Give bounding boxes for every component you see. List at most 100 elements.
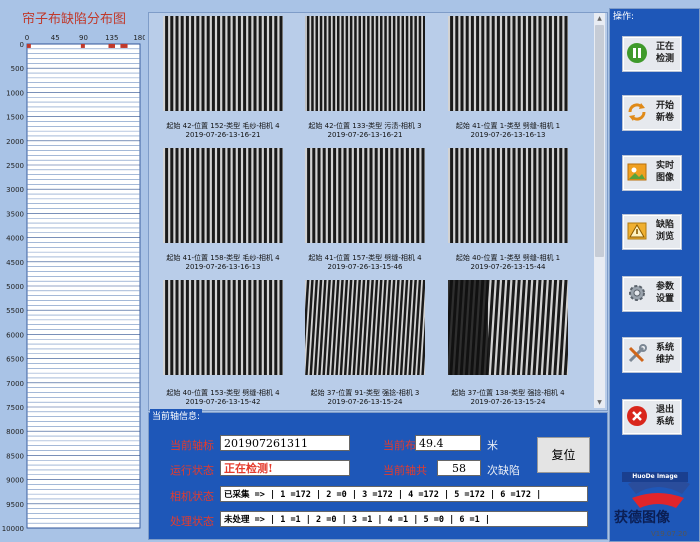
defect-caption-info: 起始 41-位置 1-类型 劈缝-相机 1 [455,122,561,130]
camera-status-label: 相机状态 [170,490,214,503]
y-tick-label: 6000 [6,331,24,339]
defect-thumbnail[interactable] [162,16,290,111]
defect-caption-info: 起始 42-位置 152-类型 毛纱-相机 4 [166,122,280,130]
y-tick-label: 4000 [6,235,24,243]
chart-grid [26,43,141,529]
defect-count-unit: 次缺陷 [487,464,520,477]
defect-point[interactable] [123,43,128,48]
scroll-up-icon[interactable]: ▲ [594,13,605,24]
defect-caption: 起始 42-位置 152-类型 毛纱-相机 4 2019-07-26-13-16-… [148,122,298,140]
settings-button[interactable]: 参数 设置 [622,276,682,312]
scroll-down-icon[interactable]: ▼ [594,397,605,408]
defect-thumbnail[interactable] [447,16,575,111]
defect-point[interactable] [111,43,116,48]
defect-caption-time: 2019-07-26-13-16-21 [185,131,261,139]
defect-caption-time: 2019-07-26-13-15-24 [327,398,403,406]
defect-caption: 起始 37-位置 91-类型 强捻-相机 3 2019-07-26-13-15-2… [290,389,440,407]
defect-caption: 起始 37-位置 138-类型 强捻-相机 4 2019-07-26-13-15-… [433,389,583,407]
defect-point[interactable] [26,43,31,48]
info-legend: 当前轴信息: [150,409,203,422]
defect-count-field[interactable]: 58 [437,460,481,476]
defect-caption-time: 2019-07-26-13-15-42 [185,398,261,406]
gallery-scrollbar[interactable]: ▲ ▼ [594,13,605,408]
defect-caption: 起始 40-位置 153-类型 劈缝-相机 4 2019-07-26-13-15-… [148,389,298,407]
detecting-button[interactable]: 正在 检测 [622,36,682,72]
defect-thumbnail[interactable] [304,148,432,243]
defect-thumbnail[interactable] [299,279,432,376]
picture-icon [627,163,647,181]
defect-thumbnail[interactable] [305,16,432,111]
defect-browse-button[interactable]: 缺陷 浏览 [622,214,682,250]
version-label: V19.07.20 [651,530,687,538]
y-tick-label: 9500 [6,501,24,509]
x-tick-label: 90 [79,34,88,42]
defect-image [162,280,290,375]
defect-thumbnail[interactable] [441,279,575,376]
scroll-thumb[interactable] [595,25,604,257]
defect-browse-button-label-2: 浏览 [655,232,674,242]
x-tick-label: 135 [105,34,118,42]
live-image-button-label-2: 图像 [655,173,674,183]
settings-button-label-2: 设置 [655,294,674,304]
live-image-button[interactable]: 实时 图像 [622,155,682,191]
defect-caption-info: 起始 37-位置 91-类型 强捻-相机 3 [310,389,420,397]
detecting-button-label-2: 检测 [655,54,674,64]
camera-status-field[interactable]: 已采集 => | 1 =172 | 2 =0 | 3 =172 | 4 =172… [220,486,588,502]
length-value-field[interactable]: 49.4 [415,435,481,451]
exit-button[interactable]: 退出 系统 [622,399,682,435]
maintenance-button[interactable]: 系统 维护 [622,337,682,373]
defect-caption-info: 起始 42-位置 133-类型 污渍-相机 3 [308,122,422,130]
new-roll-button[interactable]: 开始 新卷 [622,95,682,131]
y-tick-label: 10000 [2,525,24,533]
defect-caption: 起始 41-位置 157-类型 劈缝-相机 4 2019-07-26-13-15-… [290,254,440,272]
defect-thumbnail[interactable] [447,148,575,243]
y-tick-label: 2000 [6,138,24,146]
defect-image [162,148,290,243]
process-status-field[interactable]: 未处理 => | 1 =1 | 2 =0 | 3 =1 | 4 =1 | 5 =… [220,511,588,527]
maintenance-button-label-2: 维护 [655,355,674,365]
y-tick-label: 9000 [6,477,24,485]
defect-thumbnail[interactable] [162,280,290,375]
x-tick-label: 0 [25,34,29,42]
defect-caption-info: 起始 40-位置 153-类型 劈缝-相机 4 [166,389,280,397]
axis-label: 当前轴标 [170,439,214,452]
y-tick-label: 3500 [6,210,24,218]
y-tick-label: 7000 [6,380,24,388]
x-tick-label: 45 [51,34,60,42]
y-tick-label: 5500 [6,307,24,315]
defect-caption-info: 起始 41-位置 157-类型 劈缝-相机 4 [308,254,422,262]
close-icon [627,406,647,426]
defect-caption: 起始 40-位置 1-类型 劈缝-相机 1 2019-07-26-13-15-44 [433,254,583,272]
y-tick-label: 7500 [6,404,24,412]
logo-chinese-name: 获德图像 [614,510,670,526]
defect-thumbnail[interactable] [162,148,290,243]
axis-value-field[interactable]: 201907261311 [220,435,350,451]
y-ticks: 0 500 1000 1500 2000 2500 3000 3500 4000 4500 5000… [2,41,24,533]
y-tick-label: 500 [11,65,24,73]
warning-icon [627,222,647,240]
defect-image [305,16,432,111]
y-tick-label: 1500 [6,114,24,122]
defect-point[interactable] [80,43,85,48]
process-status-label: 处理状态 [170,515,214,528]
tools-icon [628,344,647,363]
new-roll-button-label-1: 开始 [655,101,674,111]
reset-button[interactable]: 复位 [537,437,590,473]
y-tick-label: 4500 [6,259,24,267]
defect-caption-info: 起始 40-位置 1-类型 劈缝-相机 1 [455,254,561,262]
defect-caption-time: 2019-07-26-13-16-13 [185,263,261,271]
y-tick-label: 0 [20,41,24,49]
logo-english-name: HuoDe Image [622,472,688,482]
operations-panel [609,8,700,542]
x-tick-label: 180 [133,34,145,42]
defect-caption-time: 2019-07-26-13-15-46 [327,263,403,271]
defect-caption: 起始 41-位置 158-类型 毛纱-相机 4 2019-07-26-13-16-… [148,254,298,272]
y-tick-label: 1000 [6,89,24,97]
status-value-field[interactable]: 正在检测! [220,460,350,476]
refresh-icon [628,103,646,121]
y-tick-label: 3000 [6,186,24,194]
defect-distribution-chart: 0 45 90 135 180 0 500 1000 1500 2000 2500 3000 3500… [2,34,145,533]
defect-caption: 起始 41-位置 1-类型 劈缝-相机 1 2019-07-26-13-16-13 [433,122,583,140]
new-roll-button-label-2: 新卷 [655,113,674,123]
x-ticks: 0 45 90 135 180 [25,34,145,42]
